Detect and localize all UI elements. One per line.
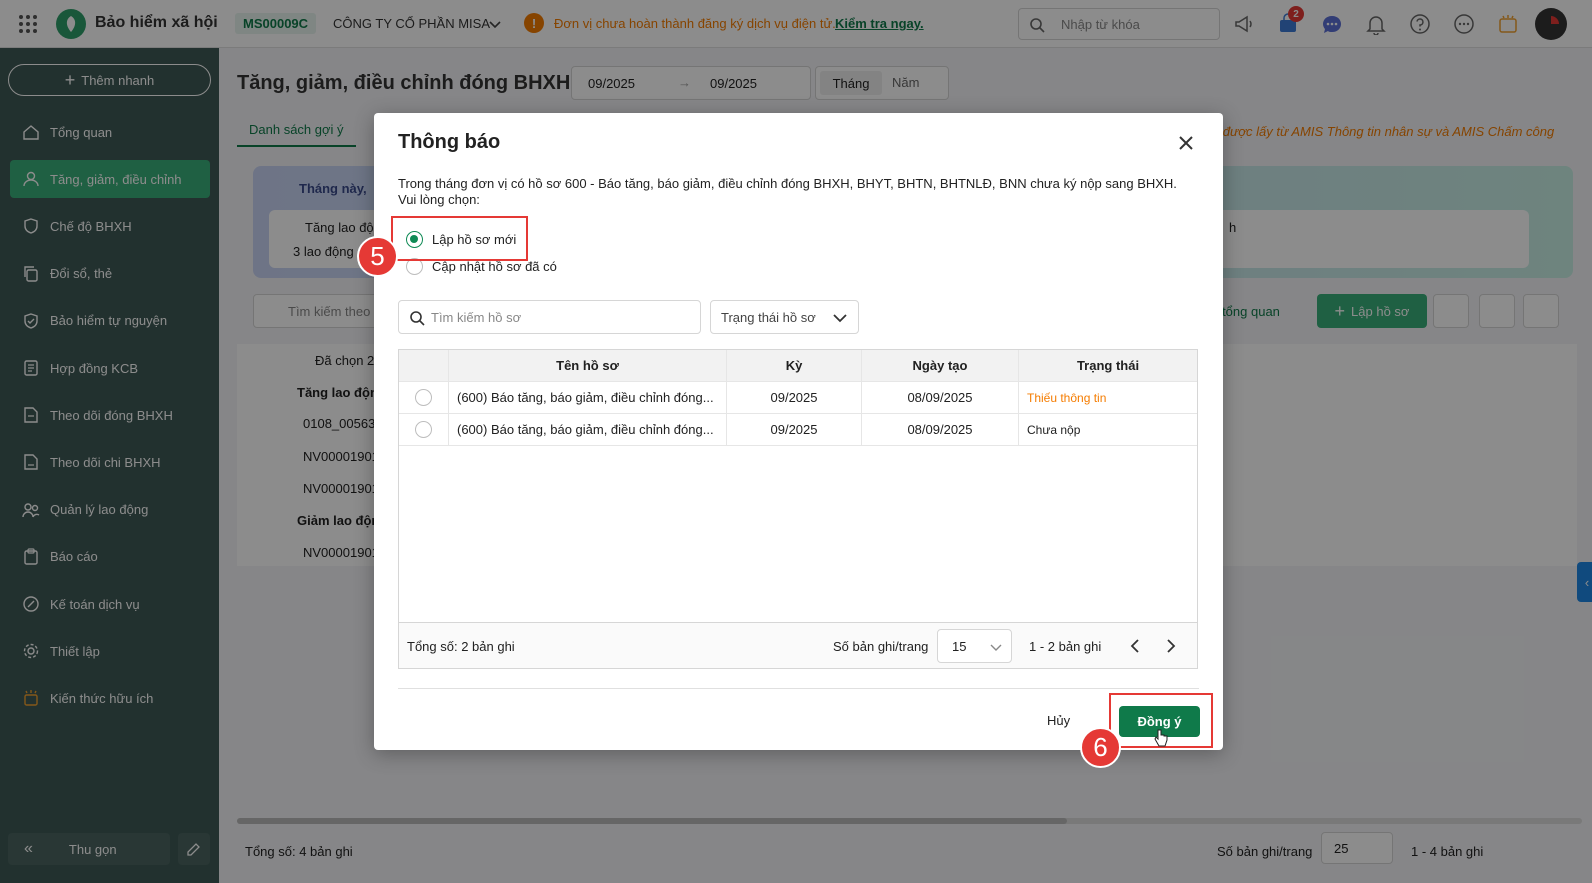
status-filter-label: Trạng thái hồ sơ xyxy=(721,310,816,325)
row-radio[interactable] xyxy=(399,381,449,414)
records-grid: Tên hồ sơ Kỳ Ngày tạo Trạng thái (600) B… xyxy=(398,349,1198,669)
row-created: 08/09/2025 xyxy=(862,381,1019,414)
highlight-box-option xyxy=(391,216,528,261)
hand-cursor-icon xyxy=(1154,729,1168,747)
chevron-right-icon[interactable] xyxy=(1165,639,1177,653)
grid-per-page-value: 15 xyxy=(952,639,967,654)
notice-dialog: Thông báo Trong tháng đơn vị có hồ sơ 60… xyxy=(374,113,1223,750)
row-status: Thiếu thông tin xyxy=(1027,390,1107,405)
chevron-left-icon[interactable] xyxy=(1129,639,1141,653)
row-period: 09/2025 xyxy=(727,413,862,446)
grid-per-page-label: Số bản ghi/trang xyxy=(833,639,929,654)
row-created: 08/09/2025 xyxy=(862,413,1019,446)
grid-row[interactable]: (600) Báo tăng, báo giảm, điều chỉnh đón… xyxy=(399,413,1197,446)
row-name: (600) Báo tăng, báo giảm, điều chỉnh đón… xyxy=(449,413,727,446)
chevron-down-icon xyxy=(833,314,847,323)
cancel-button[interactable]: Hủy xyxy=(1047,713,1070,728)
grid-total: Tổng số: 2 bản ghi xyxy=(407,639,515,654)
option-update-label: Cập nhật hồ sơ đã có xyxy=(432,259,557,274)
grid-header: Tên hồ sơ Kỳ Ngày tạo Trạng thái xyxy=(399,349,1197,382)
grid-header-select xyxy=(399,349,449,382)
grid-row[interactable]: (600) Báo tăng, báo giảm, điều chỉnh đón… xyxy=(399,381,1197,414)
dialog-search-input[interactable]: Tìm kiếm hồ sơ xyxy=(398,300,701,334)
col-name: Tên hồ sơ xyxy=(449,349,727,382)
col-status: Trạng thái xyxy=(1076,358,1140,373)
row-period: 09/2025 xyxy=(727,381,862,414)
search-icon xyxy=(410,311,425,326)
dialog-search-placeholder: Tìm kiếm hồ sơ xyxy=(431,310,522,325)
step-marker-5: 5 xyxy=(357,236,398,277)
col-created: Ngày tạo xyxy=(862,349,1019,382)
grid-range: 1 - 2 bản ghi xyxy=(1029,639,1102,654)
grid-footer: Tổng số: 2 bản ghi Số bản ghi/trang 15 1… xyxy=(399,622,1197,668)
status-filter-select[interactable]: Trạng thái hồ sơ xyxy=(710,300,859,334)
radio-unchecked-icon[interactable] xyxy=(415,421,432,438)
divider xyxy=(398,688,1199,689)
row-radio[interactable] xyxy=(399,413,449,446)
close-icon[interactable] xyxy=(1178,135,1194,154)
row-status: Chưa nộp xyxy=(1027,422,1081,437)
step-marker-6: 6 xyxy=(1080,727,1121,768)
chevron-down-icon xyxy=(990,644,1002,651)
dialog-message: Trong tháng đơn vị có hồ sơ 600 - Báo tă… xyxy=(398,176,1177,207)
radio-unchecked-icon[interactable] xyxy=(415,389,432,406)
row-name: (600) Báo tăng, báo giảm, điều chỉnh đón… xyxy=(449,381,727,414)
dialog-title: Thông báo xyxy=(398,131,501,153)
col-period: Kỳ xyxy=(727,349,862,382)
grid-per-page-select[interactable]: 15 xyxy=(937,629,1012,663)
